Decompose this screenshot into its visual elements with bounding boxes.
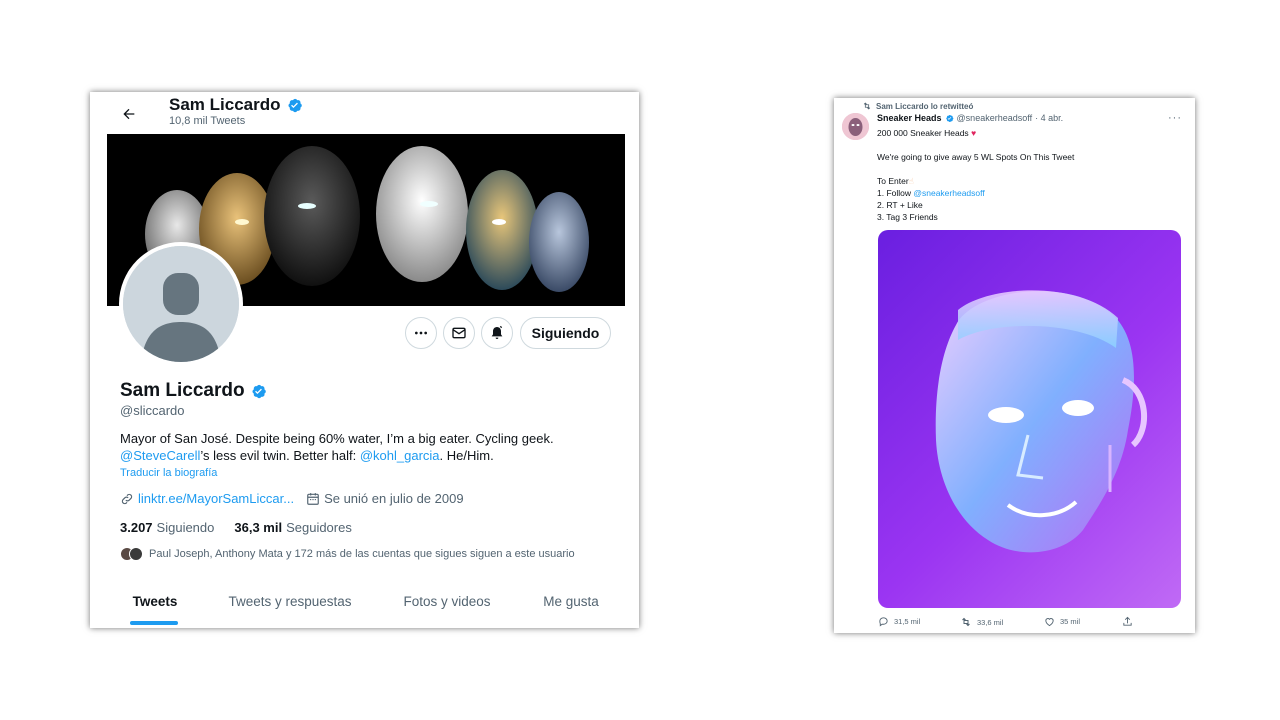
tweet-header: Sneaker Heads @sneakerheadsoff · 4 abr.: [877, 113, 1063, 123]
tweet-author-avatar[interactable]: [842, 113, 869, 140]
header-tweet-count: 10,8 mil Tweets: [169, 115, 246, 127]
tab-media[interactable]: Fotos y videos: [377, 586, 517, 628]
tweet-panel: Sam Liccardo lo retwitteó Sneaker Heads …: [834, 98, 1195, 633]
tweet-author-handle[interactable]: @sneakerheadsoff: [957, 113, 1033, 123]
retweet-icon: [863, 102, 871, 110]
verified-icon: [287, 98, 302, 112]
following-count: 3.207: [120, 520, 153, 535]
tweet-line-7: 2. RT + Like: [877, 200, 923, 210]
profile-meta: linktr.ee/MayorSamLiccar... Se unió en j…: [120, 491, 464, 506]
tweet-date[interactable]: · 4 abr.: [1035, 113, 1063, 123]
bell-icon: [491, 325, 503, 339]
profile-bio: Mayor of San José. Despite being 60% wat…: [120, 430, 620, 464]
verified-icon: [945, 114, 953, 122]
back-arrow-icon: [123, 108, 135, 119]
reply-count: 31,5 mil: [894, 617, 921, 626]
profile-handle: @sliccardo: [120, 403, 185, 418]
tweet-line-1: 200 000 Sneaker Heads ♥: [877, 127, 1177, 139]
known-followers-text: Paul Joseph, Anthony Mata y 172 más de l…: [149, 548, 575, 560]
profile-name-text: Sam Liccardo: [120, 380, 245, 401]
link-icon: [121, 493, 133, 504]
calendar-icon: [307, 492, 319, 505]
tweet-line-5: To Enter☝: [877, 175, 1177, 187]
joined-date: Se unió en julio de 2009: [324, 491, 464, 506]
profile-tabs: Tweets Tweets y respuestas Fotos y video…: [107, 586, 625, 628]
message-button[interactable]: [443, 317, 475, 349]
tweet-line-6: 1. Follow @sneakerheadsoff: [877, 187, 1177, 199]
like-button[interactable]: 35 mil: [1044, 616, 1080, 627]
verified-icon: [252, 384, 266, 398]
website-link[interactable]: linktr.ee/MayorSamLiccar...: [138, 491, 294, 506]
following-button[interactable]: Siguiendo: [520, 317, 611, 349]
tab-likes-label: Me gusta: [543, 594, 599, 609]
notifications-button[interactable]: [481, 317, 513, 349]
retweet-context-text: Sam Liccardo lo retwitteó: [876, 101, 974, 111]
tweet-line-8: 3. Tag 3 Friends: [877, 212, 938, 222]
retweet-icon: [962, 617, 970, 627]
known-followers[interactable]: Paul Joseph, Anthony Mata y 172 más de l…: [120, 547, 575, 561]
tweet-line-5-text: To Enter: [877, 176, 909, 186]
like-icon: [1045, 618, 1054, 627]
tab-tweets-replies[interactable]: Tweets y respuestas: [203, 586, 377, 628]
retweet-button[interactable]: 33,6 mil: [960, 616, 1003, 628]
bio-line1: Mayor of San José. Despite being 60% wat…: [120, 431, 554, 446]
translate-bio-link[interactable]: Traducir la biografía: [120, 467, 217, 479]
tweet-line-6-prefix: 1. Follow: [877, 188, 914, 198]
default-avatar-icon: [123, 246, 239, 362]
like-count: 35 mil: [1060, 617, 1081, 626]
more-icon: [415, 331, 427, 335]
tweet-text: 200 000 Sneaker Heads ♥ We're going to g…: [877, 127, 1177, 223]
profile-panel: Sam Liccardo 10,8 mil Tweets Siguiendo S…: [90, 92, 639, 628]
tweet-line-1-text: 200 000 Sneaker Heads: [877, 128, 969, 138]
following-label: Siguiendo: [156, 520, 215, 535]
followers-label: Seguidores: [286, 520, 352, 535]
reply-icon: [879, 617, 888, 627]
pointing-hand-emoji-icon: ☝: [908, 176, 914, 186]
bio-mention-stevecarell[interactable]: @SteveCarell: [120, 448, 200, 463]
following-link[interactable]: 3.207 Siguiendo: [120, 520, 214, 535]
followers-link[interactable]: 36,3 mil Seguidores: [234, 520, 351, 535]
profile-name: Sam Liccardo: [120, 380, 267, 402]
reply-button[interactable]: 31,5 mil: [878, 616, 920, 627]
known-follower-avatar: [129, 547, 143, 561]
heart-emoji-icon: ♥: [971, 128, 977, 138]
tab-tweets-replies-label: Tweets y respuestas: [228, 594, 352, 609]
retweet-context[interactable]: Sam Liccardo lo retwitteó: [862, 101, 973, 111]
tweet-more-button[interactable]: ···: [1168, 112, 1182, 124]
follow-counts: 3.207 Siguiendo 36,3 mil Seguidores: [120, 520, 352, 535]
mail-icon: [452, 327, 466, 339]
tweet-line-3: We're going to give away 5 WL Spots On T…: [877, 152, 1075, 162]
share-icon: [1123, 616, 1132, 626]
share-button[interactable]: [1122, 616, 1133, 627]
more-button[interactable]: [405, 317, 437, 349]
tweet-media-image[interactable]: [878, 230, 1181, 608]
active-tab-indicator: [130, 621, 178, 625]
tab-likes[interactable]: Me gusta: [517, 586, 625, 628]
header-name: Sam Liccardo: [169, 95, 303, 115]
tab-media-label: Fotos y videos: [403, 594, 491, 609]
tweet-actions: 31,5 mil 33,6 mil 35 mil: [878, 616, 1178, 630]
bio-mention-kohl-garcia[interactable]: @kohl_garcia: [360, 448, 440, 463]
tweet-author-name[interactable]: Sneaker Heads: [877, 113, 942, 123]
bio-line2-mid: ’s less evil twin. Better half:: [200, 448, 360, 463]
header-name-text: Sam Liccardo: [169, 95, 281, 114]
back-button[interactable]: [114, 100, 144, 130]
tweet-mention-sneakerheadsoff[interactable]: @sneakerheadsoff: [913, 188, 984, 198]
followers-count: 36,3 mil: [234, 520, 283, 535]
holographic-mask-image: [935, 290, 1148, 553]
bio-line2-end: . He/Him.: [439, 448, 494, 463]
retweet-count: 33,6 mil: [977, 617, 1004, 627]
tab-tweets-label: Tweets: [132, 594, 178, 609]
profile-avatar[interactable]: [119, 242, 243, 366]
